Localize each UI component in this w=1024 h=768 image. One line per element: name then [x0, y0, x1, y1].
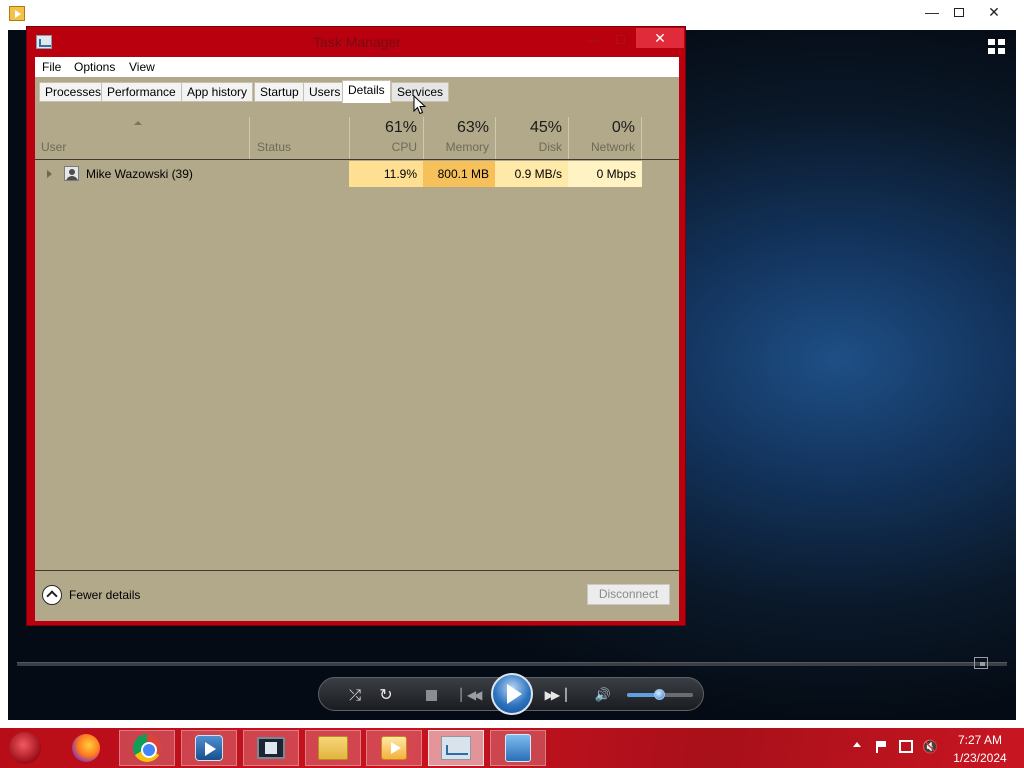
task-manager-content: Processes Performance App history Startu…: [35, 77, 679, 621]
playback-controls: ⤮ ↻ ▏◀◀ ▶▶▕ 🔊: [318, 673, 704, 715]
network-total-percent: 0%: [611, 119, 635, 136]
collapse-chevron-icon[interactable]: [42, 585, 62, 605]
taskbar-firefox[interactable]: [58, 730, 114, 766]
tab-processes[interactable]: Processes: [39, 82, 108, 102]
memory-total-percent: 63%: [456, 119, 489, 136]
disk-total-percent: 45%: [529, 119, 562, 136]
maximize-button[interactable]: ☐: [615, 33, 626, 47]
video-editor-icon: [257, 737, 285, 759]
taskbar-chrome[interactable]: [119, 730, 175, 766]
seek-bar[interactable]: [17, 662, 1007, 666]
network-cell: 0 Mbps: [568, 161, 642, 187]
next-button[interactable]: ▶▶▕: [541, 678, 567, 712]
column-label-network: Network: [590, 140, 635, 154]
task-manager-icon: [441, 736, 471, 760]
volume-muted-icon[interactable]: 🔇: [922, 739, 938, 755]
column-label-status: Status: [257, 140, 292, 154]
taskbar-task-manager[interactable]: [428, 730, 484, 766]
column-label-memory: Memory: [445, 140, 489, 154]
menu-file[interactable]: File: [42, 60, 61, 74]
column-header-status[interactable]: Status: [249, 117, 349, 159]
media-player-2-icon: [381, 736, 407, 760]
expand-chevron-icon[interactable]: [47, 170, 52, 178]
user-name: Mike Wazowski (39): [86, 167, 193, 181]
memory-cell: 800.1 MB: [423, 161, 495, 187]
action-center-flag-icon[interactable]: [876, 741, 887, 753]
table-row[interactable]: Mike Wazowski (39) 11.9% 800.1 MB 0.9 MB…: [35, 161, 679, 187]
clock-date[interactable]: 1/23/2024: [940, 751, 1020, 765]
player-maximize-button[interactable]: [942, 0, 976, 24]
taskbar-network-app[interactable]: [490, 730, 546, 766]
network-app-icon: [505, 734, 531, 762]
tab-performance[interactable]: Performance: [101, 82, 182, 102]
media-player-app-icon: [9, 6, 25, 21]
tab-details[interactable]: Details: [342, 80, 391, 103]
network-status-icon[interactable]: [899, 740, 913, 753]
taskbar-media-player-2[interactable]: [366, 730, 422, 766]
tab-app-history[interactable]: App history: [181, 82, 254, 102]
play-icon: [506, 684, 522, 704]
column-header-cpu[interactable]: 61% CPU: [349, 117, 423, 159]
column-label-cpu: CPU: [391, 140, 417, 154]
volume-thumb[interactable]: [654, 689, 665, 700]
fewer-details-link[interactable]: Fewer details: [69, 588, 140, 602]
tab-users[interactable]: Users: [303, 82, 347, 102]
disk-cell: 0.9 MB/s: [495, 161, 568, 187]
cpu-cell: 11.9%: [349, 161, 423, 187]
task-manager-window: Task Manager — ☐ ✕ File Options View Pro…: [26, 26, 686, 626]
disconnect-button[interactable]: Disconnect: [587, 584, 670, 605]
volume-icon[interactable]: 🔊: [593, 678, 613, 712]
column-header-disk[interactable]: 45% Disk: [495, 117, 568, 159]
user-avatar-icon: [64, 166, 79, 181]
column-label-user: User: [41, 140, 67, 154]
taskbar: 🔇 7:27 AM 1/23/2024: [0, 728, 1024, 768]
column-header-user[interactable]: User: [35, 117, 249, 159]
play-button[interactable]: [491, 673, 533, 715]
menu-view[interactable]: View: [129, 60, 155, 74]
repeat-button[interactable]: ↻: [374, 678, 398, 712]
sort-ascending-icon: [134, 121, 142, 125]
column-header-network[interactable]: 0% Network: [568, 117, 642, 159]
tab-startup[interactable]: Startup: [254, 82, 305, 102]
switch-to-library-icon[interactable]: [974, 657, 988, 669]
mouse-cursor-icon: [413, 95, 427, 115]
stop-icon: [425, 689, 437, 701]
stop-button[interactable]: [424, 678, 438, 712]
taskbar-video-editor[interactable]: [243, 730, 299, 766]
media-player-icon: [195, 735, 223, 761]
show-hidden-icons-chevron-icon[interactable]: [853, 742, 861, 747]
header-divider: [35, 159, 679, 160]
start-button[interactable]: [9, 732, 41, 764]
player-titlebar: — ✕: [0, 0, 1024, 26]
cpu-total-percent: 61%: [384, 119, 417, 136]
volume-slider[interactable]: [627, 689, 693, 700]
menu-options[interactable]: Options: [74, 60, 115, 74]
previous-button[interactable]: ▏◀◀: [457, 678, 483, 712]
shuffle-button[interactable]: ⤮: [343, 678, 367, 712]
menu-bar: File Options View: [35, 57, 679, 77]
close-button[interactable]: ✕: [636, 28, 684, 48]
chrome-icon: [133, 734, 161, 762]
minimize-button[interactable]: —: [587, 33, 599, 47]
taskbar-media-player[interactable]: [181, 730, 237, 766]
clock-time[interactable]: 7:27 AM: [940, 733, 1020, 747]
tab-strip: Processes Performance App history Startu…: [35, 77, 679, 103]
file-explorer-icon: [318, 736, 348, 760]
taskbar-file-explorer[interactable]: [305, 730, 361, 766]
fullscreen-toggle-icon[interactable]: [988, 39, 1006, 55]
firefox-icon: [72, 734, 100, 762]
column-header-memory[interactable]: 63% Memory: [423, 117, 495, 159]
player-close-button[interactable]: ✕: [977, 0, 1011, 24]
column-label-disk: Disk: [538, 140, 562, 154]
footer-divider: [35, 570, 679, 571]
